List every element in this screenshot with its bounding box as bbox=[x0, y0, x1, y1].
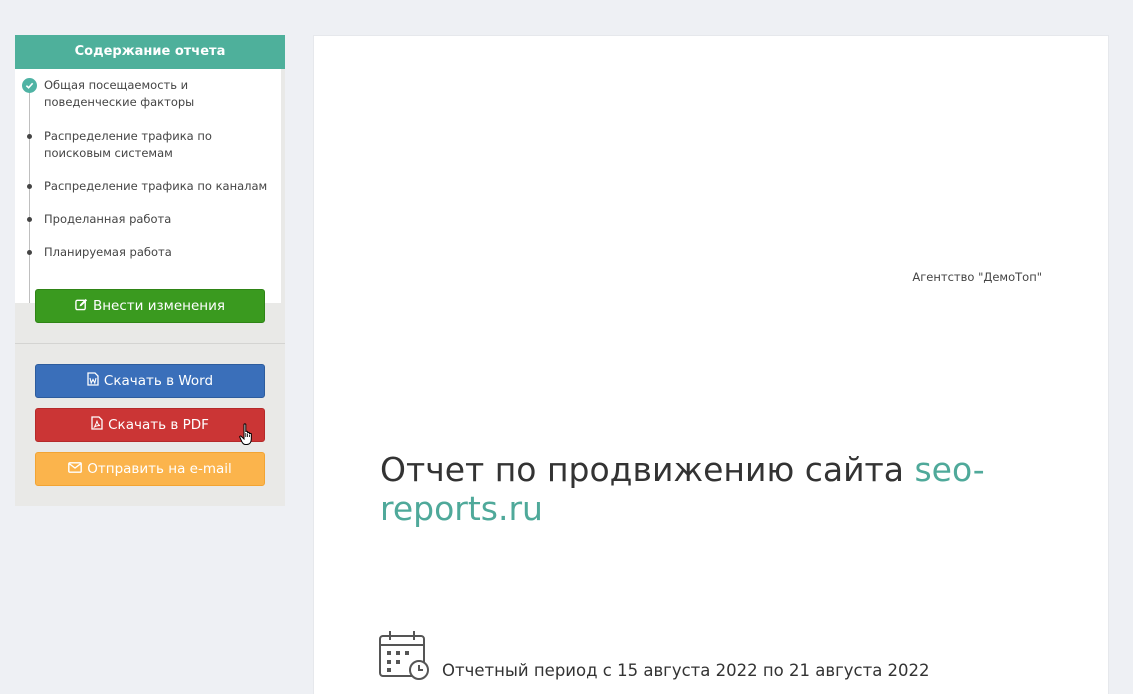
check-circle-icon bbox=[22, 78, 37, 93]
edit-icon bbox=[75, 298, 88, 315]
toc-item-traffic-overview[interactable]: Общая посещаемость и поведенческие факто… bbox=[15, 77, 281, 128]
send-email-button[interactable]: Отправить на e-mail bbox=[35, 452, 265, 486]
bullet-icon bbox=[27, 134, 32, 139]
toc-list: Общая посещаемость и поведенческие факто… bbox=[15, 69, 281, 303]
edit-button-label: Внести изменения bbox=[92, 298, 226, 314]
envelope-icon bbox=[68, 461, 83, 477]
toc-item-channels[interactable]: Распределение трафика по каналам bbox=[15, 178, 281, 211]
toc-item-search-engines[interactable]: Распределение трафика по поисковым систе… bbox=[15, 128, 281, 178]
toc-title: Содержание отчета bbox=[15, 35, 285, 69]
calendar-clock-icon bbox=[378, 630, 430, 686]
toc-item-label: Распределение трафика по каналам bbox=[44, 179, 268, 193]
toc-item-label: Проделанная работа bbox=[44, 212, 172, 226]
hand-pointer-cursor-icon bbox=[239, 423, 255, 451]
bullet-icon bbox=[27, 184, 32, 189]
download-pdf-label: Скачать в PDF bbox=[108, 417, 209, 433]
report-sidebar: Содержание отчета Общая посещаемость и п… bbox=[15, 35, 285, 506]
report-title: Отчет по продвижению сайта seo-reports.r… bbox=[380, 450, 1000, 528]
send-email-label: Отправить на e-mail bbox=[87, 461, 232, 477]
toc-item-label: Планируемая работа bbox=[44, 245, 172, 259]
toc-item-label: Распределение трафика по поисковым систе… bbox=[44, 129, 212, 160]
toc-item-planned-work[interactable]: Планируемая работа bbox=[15, 244, 281, 277]
pdf-file-icon bbox=[91, 416, 103, 434]
period-text: Отчетный период с 15 августа 2022 по 21 … bbox=[442, 661, 930, 680]
report-title-prefix: Отчет по продвижению сайта bbox=[380, 450, 915, 489]
bullet-icon bbox=[27, 250, 32, 255]
bullet-icon bbox=[27, 217, 32, 222]
report-period: Отчетный период с 15 августа 2022 по 21 … bbox=[378, 630, 930, 686]
agency-name: Агентство "ДемоТоп" bbox=[912, 270, 1042, 284]
sidebar-divider bbox=[15, 343, 285, 344]
word-file-icon bbox=[87, 372, 99, 390]
download-pdf-button[interactable]: Скачать в PDF bbox=[35, 408, 265, 442]
toc-item-label: Общая посещаемость и поведенческие факто… bbox=[44, 78, 195, 109]
toc-item-work-done[interactable]: Проделанная работа bbox=[15, 211, 281, 244]
report-page: Агентство "ДемоТоп" Отчет по продвижению… bbox=[313, 35, 1109, 694]
download-word-label: Скачать в Word bbox=[103, 373, 214, 389]
edit-button[interactable]: Внести изменения bbox=[35, 289, 265, 323]
download-word-button[interactable]: Скачать в Word bbox=[35, 364, 265, 398]
